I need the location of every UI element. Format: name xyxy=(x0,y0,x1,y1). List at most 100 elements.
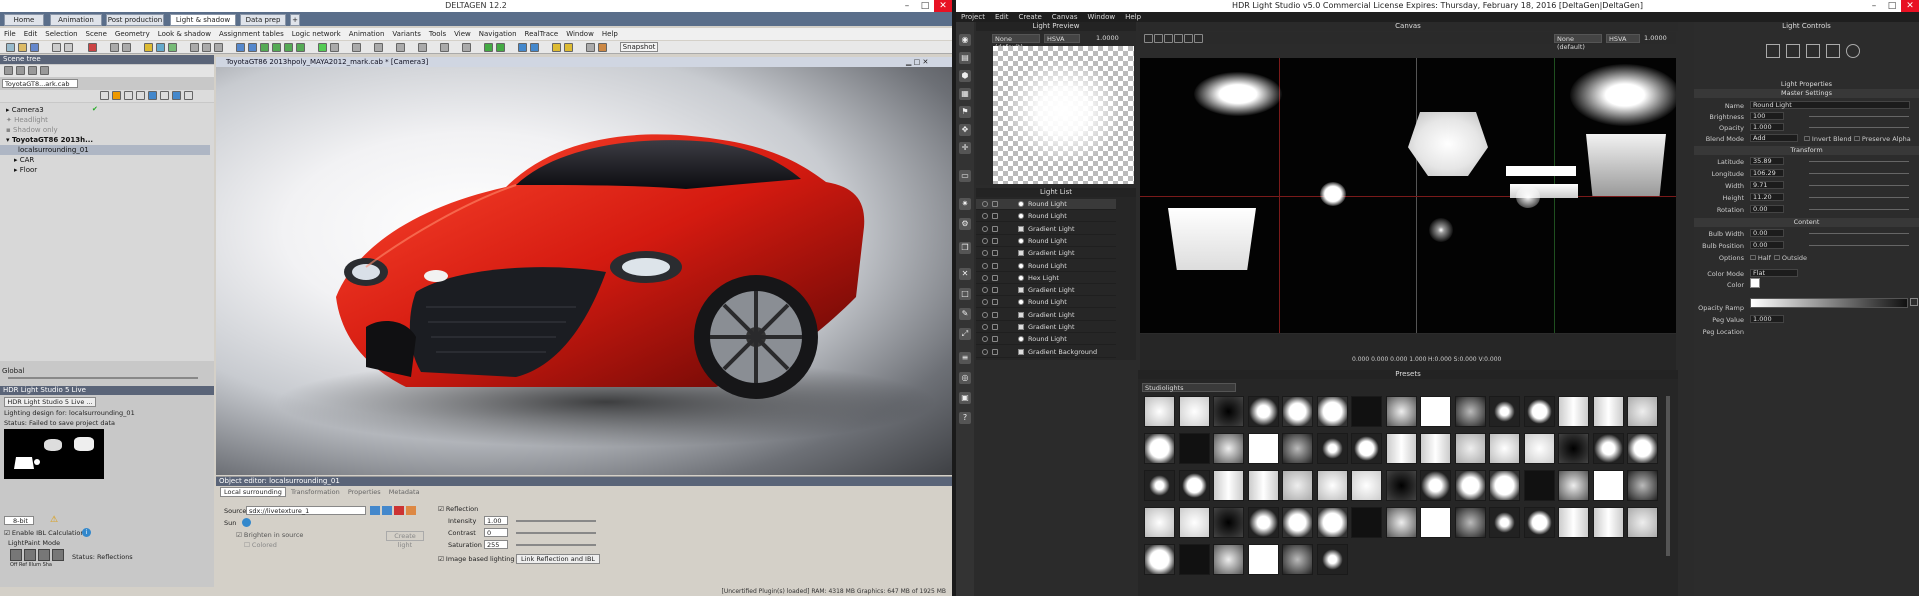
visibility-icon[interactable] xyxy=(982,324,988,330)
light-filter-icon[interactable] xyxy=(112,91,121,100)
round-light-icon[interactable]: ◉ xyxy=(959,34,971,46)
height-slider[interactable] xyxy=(1809,197,1909,198)
longitude-field[interactable]: 106.29 xyxy=(1750,169,1784,177)
hls-live-button[interactable]: HDR Light Studio 5 Live ... xyxy=(4,397,96,407)
lock-icon[interactable] xyxy=(160,91,169,100)
preset-thumbnail[interactable] xyxy=(1178,470,1210,501)
screenshot-icon[interactable] xyxy=(586,43,595,52)
bulb-position-slider[interactable] xyxy=(1809,245,1909,246)
contrast-slider[interactable] xyxy=(516,532,596,534)
layers-icon[interactable]: ≡ xyxy=(959,352,971,364)
menu-variants[interactable]: Variants xyxy=(392,30,420,38)
tab-metadata[interactable]: Metadata xyxy=(386,488,423,496)
latitude-slider[interactable] xyxy=(1809,161,1909,162)
duplicate-icon[interactable]: ❐ xyxy=(959,242,971,254)
visibility-icon[interactable] xyxy=(982,237,988,244)
transform-handle-icon[interactable] xyxy=(1766,44,1780,58)
tree-item-localsurrounding[interactable]: localsurrounding_01 xyxy=(0,145,210,155)
eye-icon[interactable] xyxy=(100,91,109,100)
create-light-button[interactable]: Create light xyxy=(386,531,424,549)
opacity-field[interactable]: 1.000 xyxy=(1750,123,1784,131)
preset-thumbnail[interactable] xyxy=(1627,396,1658,427)
orbit-icon[interactable] xyxy=(296,43,305,52)
link-reflection-ibl-button[interactable]: Link Reflection and IBL xyxy=(516,554,600,564)
enable-ibl-checkbox[interactable]: ☑ Enable IBL Calculation xyxy=(4,529,84,537)
preset-thumbnail[interactable] xyxy=(1592,396,1624,427)
menu-edit[interactable]: Edit xyxy=(24,30,38,38)
camera-filter-icon[interactable] xyxy=(136,91,145,100)
preset-thumbnail[interactable] xyxy=(1247,433,1279,464)
tree-item-floor[interactable]: ▸ Floor xyxy=(14,165,37,175)
light-list-item[interactable]: Gradient Light xyxy=(976,322,1116,333)
minimize-icon[interactable]: – xyxy=(898,0,916,12)
preset-thumbnail[interactable] xyxy=(1627,433,1658,464)
lock-icon[interactable] xyxy=(992,201,998,207)
preset-thumbnail[interactable] xyxy=(1144,433,1175,464)
bulb-width-slider[interactable] xyxy=(1809,233,1909,234)
saturation-field[interactable]: 255 xyxy=(484,540,508,549)
height-field[interactable]: 11.20 xyxy=(1750,193,1784,201)
peg-value-field[interactable]: 1.000 xyxy=(1750,315,1784,323)
rotation-slider[interactable] xyxy=(1809,209,1909,210)
contrast-field[interactable]: 0 xyxy=(484,528,508,537)
select-icon[interactable] xyxy=(248,43,257,52)
canvas-strip-light[interactable] xyxy=(1506,166,1576,176)
menu-help[interactable]: Help xyxy=(602,30,618,38)
scene-file-tab[interactable]: ToyotaGT8...ark.cab xyxy=(2,79,78,88)
opacity-slider[interactable] xyxy=(1809,127,1909,128)
bulb-position-field[interactable]: 0.00 xyxy=(1750,241,1784,249)
new-icon[interactable] xyxy=(6,43,15,52)
preset-thumbnail[interactable] xyxy=(1282,507,1313,538)
visibility-icon[interactable] xyxy=(982,225,988,232)
reload-icon[interactable] xyxy=(382,506,392,515)
hdr-canvas[interactable] xyxy=(1140,58,1676,333)
lock-icon[interactable] xyxy=(992,299,998,306)
help-icon[interactable]: ? xyxy=(959,412,971,424)
preset-thumbnail[interactable] xyxy=(1282,396,1313,427)
menu-window[interactable]: Window xyxy=(566,30,594,38)
snapshot-button[interactable]: Snapshot xyxy=(620,42,658,52)
preset-thumbnail[interactable] xyxy=(1316,470,1348,501)
hls-menu-window[interactable]: Window xyxy=(1087,13,1115,21)
add-tab-icon[interactable]: + xyxy=(290,14,300,26)
picker-icon[interactable]: ⤢ xyxy=(959,328,971,340)
flag-icon[interactable]: ⚑ xyxy=(959,106,971,118)
tab-post-production[interactable]: Post production xyxy=(106,14,164,26)
preset-thumbnail[interactable] xyxy=(1558,507,1589,538)
visibility-icon[interactable] xyxy=(982,299,988,306)
brighten-checkbox[interactable]: ☑ Brighten in source xyxy=(236,531,303,539)
preset-thumbnail[interactable] xyxy=(1351,396,1382,427)
brush-icon[interactable]: ✎ xyxy=(959,308,971,320)
saturation-slider[interactable] xyxy=(516,544,596,546)
visibility-icon[interactable] xyxy=(982,311,988,318)
menu-scene[interactable]: Scene xyxy=(86,30,107,38)
light-list-item[interactable]: Gradient Light xyxy=(976,224,1116,235)
camera-light-icon[interactable]: ▣ xyxy=(959,392,971,404)
raytrace-icon[interactable] xyxy=(484,43,493,52)
move-handle-icon[interactable] xyxy=(1786,44,1800,58)
color-swatch[interactable] xyxy=(1750,278,1760,288)
light-list-item[interactable]: Gradient Light xyxy=(976,248,1116,260)
preset-thumbnail[interactable] xyxy=(1213,507,1244,538)
lock-icon[interactable] xyxy=(992,250,998,257)
visibility-icon[interactable] xyxy=(982,213,988,220)
name-field[interactable]: Round Light xyxy=(1750,101,1910,109)
tab-transformation[interactable]: Transformation xyxy=(288,488,343,496)
presets-scrollbar[interactable] xyxy=(1666,396,1670,556)
remove-icon[interactable] xyxy=(394,506,404,515)
width-field[interactable]: 9.71 xyxy=(1750,181,1784,189)
tab-light-shadow[interactable]: Light & shadow xyxy=(170,14,236,26)
lp-mode-illumination-icon[interactable] xyxy=(38,549,50,561)
preset-thumbnail[interactable] xyxy=(1627,470,1658,501)
preset-thumbnail[interactable] xyxy=(1454,396,1486,427)
visibility-icon[interactable] xyxy=(982,287,988,294)
preset-thumbnail[interactable] xyxy=(1385,396,1417,427)
visibility-icon[interactable] xyxy=(982,348,988,355)
preset-thumbnail[interactable] xyxy=(1316,544,1348,575)
brightness-slider[interactable] xyxy=(1809,116,1909,117)
preset-thumbnail[interactable] xyxy=(1523,470,1555,501)
lock-icon[interactable] xyxy=(992,336,998,343)
canvas-space-select[interactable]: HSVA xyxy=(1606,34,1640,43)
canvas-select-icon[interactable] xyxy=(1144,34,1153,43)
render-icon[interactable] xyxy=(374,43,383,52)
